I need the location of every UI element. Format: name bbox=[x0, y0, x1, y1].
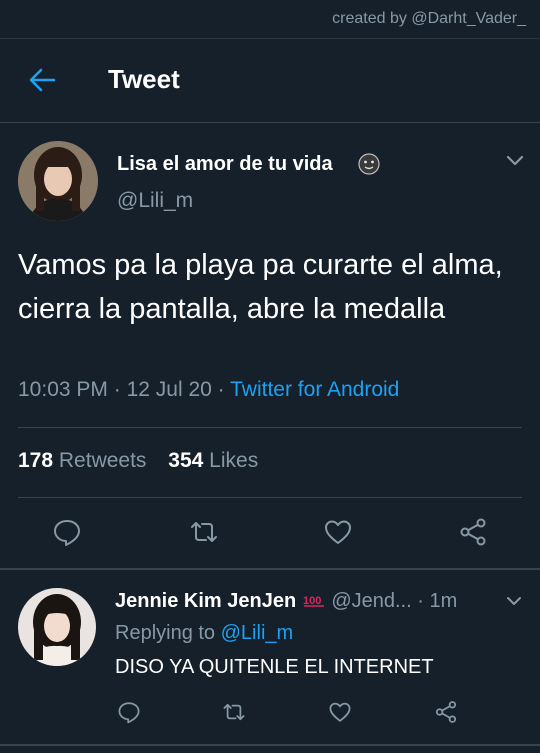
tweet-actions bbox=[0, 517, 540, 553]
back-arrow-icon[interactable] bbox=[26, 66, 58, 94]
tweet-source-link[interactable]: Twitter for Android bbox=[230, 378, 399, 401]
tweet-meta: 10:03 PM · 12 Jul 20 · Twitter for Andro… bbox=[18, 378, 399, 402]
retweet-icon[interactable] bbox=[189, 517, 219, 547]
retweets-label: Retweets bbox=[58, 449, 147, 472]
like-heart-icon[interactable] bbox=[323, 517, 353, 547]
replying-to: Replying to @Lili_m bbox=[115, 622, 293, 645]
replying-prefix: Replying to bbox=[115, 622, 216, 644]
reply-icon[interactable] bbox=[117, 700, 141, 724]
likes-label: Likes bbox=[209, 449, 259, 472]
reply-icon[interactable] bbox=[52, 517, 82, 547]
hundred-points-icon: 100 bbox=[303, 595, 324, 607]
chevron-down-icon[interactable] bbox=[505, 153, 525, 169]
replying-to-mention[interactable]: @Lili_m bbox=[221, 622, 294, 644]
reply-separator: · bbox=[417, 590, 424, 612]
reply-header: Jennie Kim JenJen 100 @Jend... · 1m bbox=[115, 590, 457, 613]
section-divider bbox=[0, 568, 540, 570]
reply-avatar[interactable] bbox=[18, 588, 96, 666]
reply-author-handle[interactable]: @Jend... bbox=[331, 590, 411, 612]
reply-avatar-image bbox=[18, 588, 96, 666]
retweet-icon[interactable] bbox=[222, 700, 246, 724]
bottom-divider bbox=[0, 744, 540, 746]
tweet-time: 10:03 PM bbox=[18, 378, 108, 401]
share-icon[interactable] bbox=[434, 700, 458, 724]
retweets-stat[interactable]: 178 Retweets bbox=[18, 449, 146, 472]
like-heart-icon[interactable] bbox=[328, 700, 352, 724]
likes-stat[interactable]: 354 Likes bbox=[168, 449, 258, 472]
tweet-date: 12 Jul 20 bbox=[126, 378, 212, 401]
reply-actions bbox=[0, 700, 540, 730]
avatar-image bbox=[18, 141, 98, 221]
tweet-stats: 178 Retweets 354 Likes bbox=[18, 449, 258, 473]
header-bar: Tweet bbox=[0, 38, 540, 123]
reply-text: DISO YA QUITENLE EL INTERNET bbox=[115, 656, 434, 678]
avatar[interactable] bbox=[18, 141, 98, 221]
retweets-count: 178 bbox=[18, 449, 54, 472]
likes-count: 354 bbox=[168, 449, 204, 472]
meta-separator: · bbox=[217, 378, 225, 401]
chevron-down-icon[interactable] bbox=[505, 594, 523, 608]
tweet-text: Vamos pa la playa pa curarte el alma, ci… bbox=[18, 249, 503, 325]
divider bbox=[18, 497, 522, 498]
author-name[interactable]: Lisa el amor de tu vida bbox=[117, 153, 333, 176]
meta-separator: · bbox=[113, 378, 121, 401]
watermark: created by @Darht_Vader_ bbox=[332, 10, 526, 27]
author-handle[interactable]: @Lili_m bbox=[117, 189, 193, 213]
reply-author-name[interactable]: Jennie Kim JenJen bbox=[115, 590, 296, 612]
divider bbox=[18, 427, 522, 428]
share-icon[interactable] bbox=[458, 517, 488, 547]
page-title: Tweet bbox=[108, 64, 180, 94]
face-emoji-icon bbox=[358, 153, 380, 175]
reply-time: 1m bbox=[429, 590, 458, 612]
